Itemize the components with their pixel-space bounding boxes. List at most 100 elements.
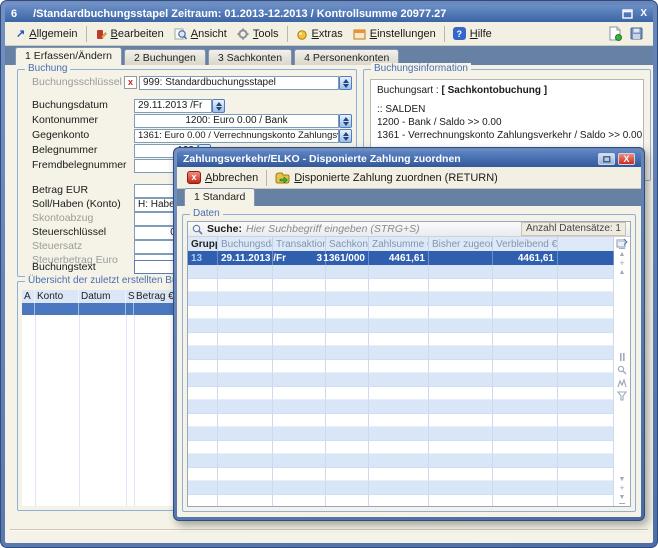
- toolbar-separator: [86, 26, 87, 42]
- dialog-toolbar: x Abbrechen Disponierte Zahlung zuordnen…: [177, 167, 641, 189]
- append-row-icon[interactable]: +: [619, 484, 624, 493]
- grid-search-icon[interactable]: [617, 365, 627, 375]
- cell-gruppe: 13: [188, 251, 218, 265]
- daten-group-label: Daten: [190, 208, 223, 219]
- search-input[interactable]: Hier Suchbegriff eingeben (STRG+S): [246, 223, 420, 235]
- zahlungsverkehr-dialog: Zahlungsverkehr/ELKO - Disponierte Zahlu…: [173, 147, 645, 521]
- col-s[interactable]: S: [126, 290, 134, 303]
- column-chooser-icon[interactable]: [616, 238, 628, 248]
- col-buchungsdatum[interactable]: Buchungsdatum: [218, 237, 273, 251]
- close-icon[interactable]: X: [640, 9, 647, 19]
- salden-header: :: SALDEN: [377, 103, 637, 116]
- label-belegnummer: Belegnummer: [32, 144, 97, 156]
- bottom-divider: [10, 529, 648, 530]
- col-verbleibend[interactable]: Verbleibend €: [493, 237, 558, 251]
- menu-einstellungen[interactable]: Einstellungen: [348, 26, 441, 42]
- menu-hilfe[interactable]: ? Hilfe: [448, 25, 497, 42]
- dialog-tabbar: 1 Standard: [177, 189, 641, 206]
- window-title: /Standardbuchungsstapel Zeitraum: 01.201…: [33, 8, 446, 20]
- main-tabbar: 1 Erfassen/Ändern 2 Buchungen 3 Sachkont…: [5, 46, 653, 65]
- clear-x-icon[interactable]: x: [124, 76, 137, 89]
- buchungsschluessel-combo[interactable]: 999: Standardbuchungsstapel: [139, 76, 339, 90]
- grid-empty-row[interactable]: [188, 373, 614, 387]
- dialog-close-icon[interactable]: X: [618, 153, 635, 165]
- grid-empty-row[interactable]: [188, 481, 614, 495]
- menu-bearbeiten[interactable]: Bearbeiten: [90, 26, 169, 42]
- filter-icon[interactable]: [617, 391, 627, 401]
- grid-empty-row[interactable]: [188, 279, 614, 293]
- arrow-up-right-icon: ↗: [16, 27, 25, 40]
- window-titlebar[interactable]: 6 /Standardbuchungsstapel Zeitraum: 01.2…: [5, 5, 653, 22]
- cancel-x-icon: x: [187, 171, 201, 184]
- label-steuersatz: Steuersatz: [32, 240, 82, 252]
- search-bar[interactable]: Suche: Hier Suchbegriff eingeben (STRG+S…: [188, 222, 630, 237]
- scroll-up-icon[interactable]: ▲: [619, 268, 626, 277]
- col-sachkonto[interactable]: Sachkonto: [326, 237, 369, 251]
- grid-empty-row[interactable]: [188, 454, 614, 468]
- insert-row-icon[interactable]: +: [619, 259, 624, 268]
- saldo-line-2: 1361 - Verrechnungskonto Zahlungsverkehr…: [377, 129, 637, 142]
- tab-buchungen[interactable]: 2 Buchungen: [124, 49, 206, 65]
- grid-empty-row[interactable]: [188, 360, 614, 374]
- cell-buchungsdatum: 29.11.2013 /Fr: [218, 251, 273, 265]
- grid-empty-row[interactable]: [188, 319, 614, 333]
- buchungsdatum-spinner[interactable]: [212, 99, 225, 113]
- scroll-to-bottom-icon[interactable]: ▼: [619, 493, 626, 504]
- col-a[interactable]: A: [22, 290, 35, 303]
- gegenkonto-combo[interactable]: 1361: Euro 0.00 / Verrechnungskonto Zahl…: [134, 129, 339, 143]
- grid-empty-row[interactable]: [188, 306, 614, 320]
- grid-empty-row[interactable]: [188, 333, 614, 347]
- menu-extras[interactable]: Extras: [291, 26, 348, 42]
- gegenkonto-spinner[interactable]: [339, 129, 352, 143]
- grid-empty-row[interactable]: [188, 441, 614, 455]
- sort-icon[interactable]: [617, 378, 627, 388]
- columns-icon[interactable]: [617, 352, 627, 362]
- grid-empty-row[interactable]: [188, 468, 614, 482]
- column-separator: [35, 315, 36, 506]
- dialog-restore-icon[interactable]: [598, 153, 615, 165]
- payments-grid: Gruppe Buchungsdatum Transaktion Sachkon…: [188, 237, 614, 506]
- grid-empty-row[interactable]: [188, 265, 614, 279]
- col-transaktion[interactable]: Transaktion: [273, 237, 326, 251]
- grid-empty-row[interactable]: [188, 346, 614, 360]
- kontonummer-combo[interactable]: 1200: Euro 0.00 / Bank: [134, 114, 339, 128]
- grid-empty-row[interactable]: [188, 387, 614, 401]
- saldo-line-1: 1200 - Bank / Saldo >> 0.00: [377, 116, 637, 129]
- main-toolbar: ↗ Allgemein Bearbeiten Ansicht Tools Ext…: [5, 22, 653, 46]
- col-konto[interactable]: Konto: [35, 290, 79, 303]
- buchungsschluessel-spinner[interactable]: [339, 76, 352, 90]
- grid-empty-row[interactable]: [188, 427, 614, 441]
- grid-empty-row[interactable]: [188, 414, 614, 428]
- column-separator: [134, 315, 135, 506]
- dialog-titlebar[interactable]: Zahlungsverkehr/ELKO - Disponierte Zahlu…: [177, 151, 641, 167]
- buchungsart-line: Buchungsart : [ Sachkontobuchung ]: [377, 84, 637, 97]
- toolbar-separator: [287, 26, 288, 42]
- new-document-icon[interactable]: [608, 26, 622, 41]
- grid-header-row[interactable]: Gruppe Buchungsdatum Transaktion Sachkon…: [188, 237, 614, 251]
- restore-icon[interactable]: [622, 9, 633, 19]
- menu-ansicht[interactable]: Ansicht: [169, 26, 232, 42]
- grid-empty-row[interactable]: [188, 292, 614, 306]
- grid-empty-row[interactable]: [188, 495, 614, 507]
- search-icon: [192, 224, 203, 235]
- tab-sachkonten[interactable]: 3 Sachkonten: [208, 49, 292, 65]
- grid-empty-row[interactable]: [188, 400, 614, 414]
- zuordnen-button[interactable]: Disponierte Zahlung zuordnen (RETURN): [270, 169, 503, 186]
- col-zahlsumme[interactable]: Zahlsumme €: [369, 237, 429, 251]
- grid-selected-row[interactable]: 13 29.11.2013 /Fr 3 1361/000 4461,61 446…: [188, 251, 614, 265]
- buchungsdatum-field[interactable]: 29.11.2013 /Fr: [134, 99, 212, 113]
- menu-allgemein[interactable]: ↗ Allgemein: [11, 25, 83, 42]
- buchungsinformation-group-label: Buchungsinformation: [371, 63, 471, 74]
- kontonummer-spinner[interactable]: [339, 114, 352, 128]
- cell-transaktion: 3: [273, 251, 326, 265]
- col-gruppe[interactable]: Gruppe: [188, 237, 218, 251]
- abbrechen-button[interactable]: x Abbrechen: [182, 169, 263, 186]
- menu-tools[interactable]: Tools: [232, 26, 284, 42]
- col-datum[interactable]: Datum: [79, 290, 126, 303]
- help-icon: ?: [453, 27, 466, 40]
- col-filler: [558, 237, 614, 251]
- save-icon[interactable]: [630, 27, 643, 40]
- main-window: 6 /Standardbuchungsstapel Zeitraum: 01.2…: [0, 0, 658, 548]
- col-bisher-zugeordnet[interactable]: Bisher zugeordnet: [429, 237, 493, 251]
- tab-standard[interactable]: 1 Standard: [184, 188, 255, 206]
